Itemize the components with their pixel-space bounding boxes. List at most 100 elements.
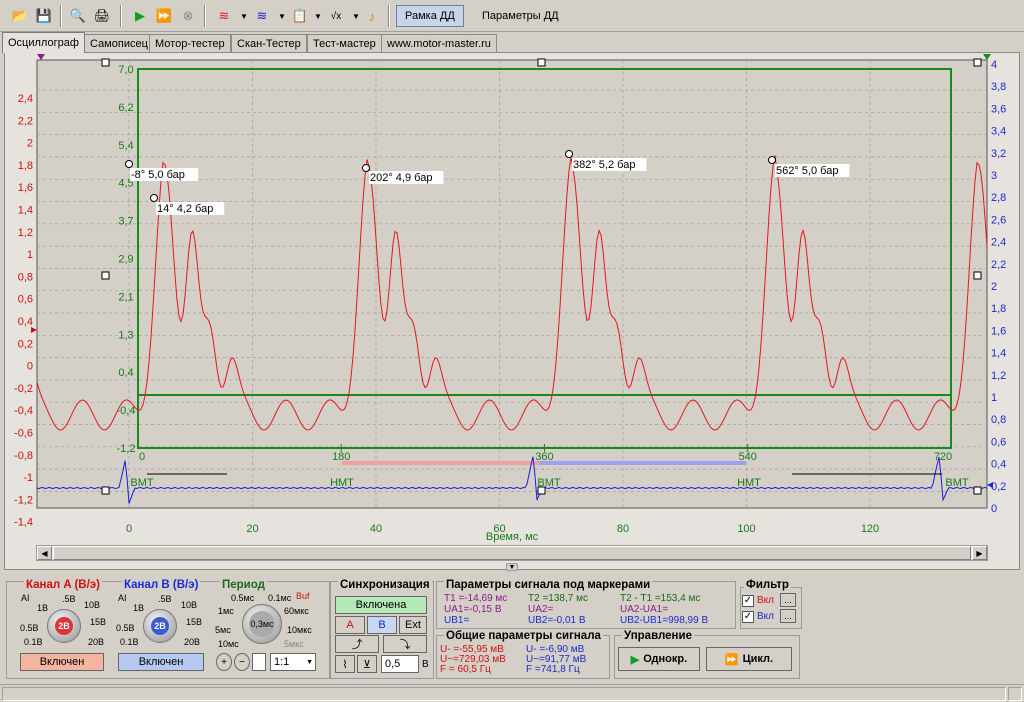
zoom-out-icon[interactable]: −	[234, 653, 250, 671]
sync-level-icon[interactable]: ⊻	[357, 655, 377, 673]
left-tick-label: 1	[27, 249, 33, 261]
left-tick-label: 2	[27, 138, 33, 150]
page-icon[interactable]	[252, 653, 266, 671]
frame-button[interactable]: Рамка ДД	[396, 5, 464, 27]
oscilloscope-chart[interactable]: 7,06,25,44,53,72,92,11,30,4-0,4-1,20 180 3…	[0, 52, 1024, 547]
channel-b-enable-button[interactable]: Включен	[118, 653, 204, 671]
sync-mode-icon[interactable]: ⌇	[335, 655, 355, 673]
x-axis-label: Время, мс	[486, 531, 539, 543]
scale-label: 0.5В	[20, 623, 39, 633]
scroll-left-icon[interactable]: ◀	[37, 546, 52, 560]
toolbar: 📂 💾 🔍 🖨 ▶ ⏩ ⊗ ≋ ▼ ≋ ▼ 📋 ▼ √x ▼ ♪ Рамка Д…	[0, 0, 1024, 32]
right-tick-label: 1,4	[991, 348, 1006, 360]
sync-enable-button[interactable]: Включена	[335, 596, 427, 614]
channel-b-knob[interactable]: 2В	[143, 609, 177, 643]
tab-scan-tester[interactable]: Скан-Тестер	[231, 34, 307, 52]
scale-label: 0.5В	[116, 623, 135, 633]
peak-label: -8° 5,0 бар	[131, 169, 185, 181]
toolbar-separator	[204, 5, 206, 27]
save-icon[interactable]: 💾	[34, 6, 54, 26]
scale-label: 15В	[90, 617, 107, 627]
channel-a-enable-button[interactable]: Включен	[20, 653, 104, 671]
falling-edge-icon[interactable]: ⤵	[383, 635, 427, 653]
scale-label: 10мкс	[287, 625, 312, 635]
right-tick-label: 2	[991, 281, 997, 293]
math-icon[interactable]: √x	[326, 6, 346, 26]
scale-label: 1В	[133, 603, 145, 613]
tab-test-master[interactable]: Тест-мастер	[307, 34, 382, 52]
rising-edge-icon[interactable]: ⤴	[335, 635, 379, 653]
sync-ext-button[interactable]: Ext	[399, 616, 427, 634]
marker-params-title: Параметры сигнала под маркерами	[444, 579, 653, 591]
scroll-right-icon[interactable]: ▶	[972, 546, 987, 560]
right-tick-label: 3,8	[991, 81, 1006, 93]
t1-value: T1 =-14,69 мс	[444, 593, 508, 604]
tab-recorder[interactable]: Самописец	[84, 34, 154, 52]
cycle-run-button[interactable]: ⏩ Цикл.	[706, 647, 792, 671]
toolbar-separator	[120, 5, 122, 27]
right-tick-label: 0,6	[991, 436, 1006, 448]
channel-a-knob[interactable]: 2В	[47, 609, 81, 643]
collapse-icon[interactable]: ▼	[506, 563, 518, 571]
zoom-in-icon[interactable]: +	[216, 653, 232, 671]
play-icon[interactable]: ▶	[130, 6, 150, 26]
horizontal-scrollbar[interactable]: ◀ ▶	[36, 545, 988, 561]
wave-b-icon[interactable]: ≋	[252, 6, 272, 26]
degree-tick-label: 720	[934, 451, 952, 463]
toolbar-separator	[60, 5, 62, 27]
single-run-button[interactable]: ▶ Однокр.	[618, 647, 700, 671]
sync-a-button[interactable]: A	[335, 616, 365, 634]
x-tick-label: 100	[737, 523, 755, 535]
status-bar	[0, 684, 1024, 702]
marker-t2-icon	[983, 54, 991, 60]
period-knob[interactable]: 0,3мс	[242, 604, 282, 644]
marker-t1-icon	[37, 54, 45, 60]
scale-label: 0.1В	[24, 637, 43, 647]
pressure-tick-label: 6,2	[118, 102, 133, 114]
left-tick-label: -1,4	[14, 517, 33, 529]
right-tick-label: 1,6	[991, 325, 1006, 337]
dropdown-arrow-icon[interactable]: ▼	[272, 6, 292, 26]
exhaust-bar	[539, 461, 746, 465]
filter-b-settings-button[interactable]: ...	[780, 609, 796, 623]
clipboard-icon[interactable]: 📋	[290, 6, 310, 26]
sync-level-input[interactable]: 0,5	[381, 655, 419, 673]
filter-a-settings-button[interactable]: ...	[780, 593, 796, 607]
preview-icon[interactable]: 🔍	[68, 6, 88, 26]
print-icon[interactable]: 🖨	[92, 6, 112, 26]
params-button[interactable]: Параметры ДД	[474, 5, 567, 27]
filter-a-label: Вкл	[757, 595, 774, 606]
single-run-label: Однокр.	[643, 653, 688, 665]
wave-a-icon[interactable]: ≋	[214, 6, 234, 26]
pressure-tick-label: 2,1	[118, 291, 133, 303]
dropdown-arrow-icon[interactable]: ▼	[308, 6, 328, 26]
sound-icon[interactable]: ♪	[362, 6, 382, 26]
marker-handle	[537, 486, 546, 495]
ratio-select[interactable]: 1:1 ▼	[270, 653, 316, 671]
pressure-tick-label: 1,3	[118, 329, 133, 341]
right-tick-label: 2,6	[991, 214, 1006, 226]
cycle-marker-label: НМТ	[737, 477, 761, 489]
scale-label: 0.1мс	[268, 593, 292, 603]
sync-b-button[interactable]: B	[367, 616, 397, 634]
left-tick-label: 1,6	[18, 182, 33, 194]
status-panel	[2, 687, 1006, 701]
tab-motor-tester[interactable]: Мотор-тестер	[149, 34, 231, 52]
fast-play-icon[interactable]: ⏩	[154, 6, 174, 26]
dropdown-arrow-icon[interactable]: ▼	[234, 6, 254, 26]
cycle-marker-label: ВМТ	[130, 477, 154, 489]
tab-website[interactable]: www.motor-master.ru	[381, 34, 497, 52]
scroll-thumb[interactable]	[53, 546, 971, 560]
filter-b-checkbox[interactable]: ✓	[742, 611, 754, 623]
open-icon[interactable]: 📂	[10, 6, 30, 26]
right-tick-label: 1,8	[991, 303, 1006, 315]
peak-label: 382° 5,2 бар	[573, 159, 635, 171]
tab-oscilloscope[interactable]: Осциллограф	[2, 32, 85, 53]
left-tick-label: 0	[27, 361, 33, 373]
stop-icon[interactable]: ⊗	[178, 6, 198, 26]
auto-icon[interactable]: AI	[118, 593, 127, 603]
right-tick-label: 1	[991, 392, 997, 404]
auto-icon[interactable]: AI	[21, 593, 30, 603]
fast-play-icon: ⏩	[724, 653, 739, 666]
filter-a-checkbox[interactable]: ✓	[742, 595, 754, 607]
